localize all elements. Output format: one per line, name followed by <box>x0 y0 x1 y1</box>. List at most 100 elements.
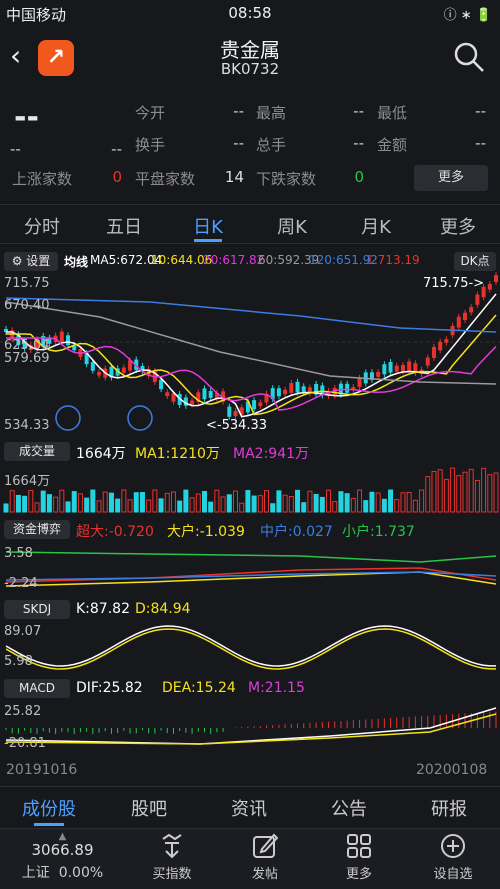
candle <box>388 361 393 373</box>
tab-constituents[interactable]: 成份股 <box>14 795 84 821</box>
macd-dea: DEA:15.24 <box>162 680 236 696</box>
skdj-k-line <box>5 625 497 667</box>
candle <box>59 331 64 343</box>
volume-bar <box>220 496 226 513</box>
candle <box>444 339 449 343</box>
amount-value: -- <box>475 134 486 152</box>
stock-code: BK0732 <box>220 60 280 78</box>
volume-ma1: MA1:1210万 <box>135 446 220 462</box>
macd-header: MACD DIF:25.82 DEA:15.24 M:21.15 <box>0 677 500 699</box>
volume-header: 成交量 1664万 MA1:1210万 MA2:941万 <box>0 440 500 462</box>
search-icon[interactable] <box>452 40 486 74</box>
tab-intraday[interactable]: 分时 <box>12 213 72 239</box>
more-button[interactable]: 更多 <box>414 165 488 191</box>
index-ticker[interactable]: ▲ 3066.89 上证 0.00% <box>0 829 125 889</box>
candle <box>382 364 387 375</box>
add-circle-icon <box>441 834 465 858</box>
macd-chart[interactable] <box>0 700 500 756</box>
buy-index-icon <box>162 833 182 859</box>
end-date: 20200108 <box>416 762 488 778</box>
candle <box>66 335 71 346</box>
fund-axis-top: 3.58 <box>4 546 33 561</box>
volume-bar <box>394 499 400 513</box>
macd-indicator-button[interactable]: MACD <box>4 679 70 698</box>
volume-bar <box>158 498 164 513</box>
volume-bar <box>15 494 21 513</box>
skdj-indicator-button[interactable]: SKDJ <box>4 600 70 619</box>
buy-index-button[interactable]: 买指数 <box>128 833 216 882</box>
more-tools-button[interactable]: 更多 <box>324 833 394 882</box>
price-change-pct: -- <box>111 140 122 158</box>
candle <box>233 410 238 417</box>
volume-bar <box>456 475 462 513</box>
start-date: 20191016 <box>6 762 78 778</box>
candle <box>159 379 164 390</box>
volume-bar <box>121 489 127 513</box>
candle <box>301 386 306 393</box>
ma-title: 均线 <box>64 255 89 269</box>
candle <box>295 381 300 393</box>
tab-daily-k[interactable]: 日K <box>178 213 238 239</box>
post-button[interactable]: 发帖 <box>230 833 300 882</box>
tab-news[interactable]: 资讯 <box>214 795 284 821</box>
volume-bar <box>474 479 480 513</box>
tab-monthly-k[interactable]: 月K <box>346 213 406 239</box>
volume-bar <box>170 491 176 513</box>
tab-five-day[interactable]: 五日 <box>94 213 154 239</box>
macd-dif: DIF:25.82 <box>76 680 143 696</box>
volume-bar <box>84 497 90 513</box>
candle <box>425 357 430 366</box>
tab-weekly-k[interactable]: 周K <box>262 213 322 239</box>
rise-count-label: 上涨家数 <box>12 170 73 188</box>
tab-research[interactable]: 研报 <box>414 795 484 821</box>
volume-ma2: MA2:941万 <box>233 446 310 462</box>
volume-bar <box>115 498 121 513</box>
fund-small-line <box>5 551 497 563</box>
settings-button[interactable]: ⚙ 设置 <box>4 252 58 271</box>
volume-chart[interactable] <box>0 462 500 514</box>
kline-chart[interactable] <box>0 272 500 436</box>
volume-value: -- <box>353 134 364 152</box>
volume-bar <box>164 492 170 513</box>
dk-point-button[interactable]: DK点 <box>454 252 496 271</box>
flat-count-label: 平盘家数 <box>135 170 196 188</box>
candle <box>462 312 467 320</box>
volume-bar <box>326 489 332 513</box>
volume-bar <box>239 502 245 513</box>
settings-label: 设置 <box>26 254 51 268</box>
volume-bar <box>40 490 46 513</box>
fund-indicator-button[interactable]: 资金博弈 <box>4 520 70 539</box>
fund-chart[interactable] <box>0 542 500 592</box>
buy-index-label: 买指数 <box>152 867 192 882</box>
tab-announcements[interactable]: 公告 <box>314 795 384 821</box>
volume-bar <box>59 489 65 513</box>
post-label: 发帖 <box>251 867 278 882</box>
skdj-chart[interactable] <box>0 620 500 672</box>
candle <box>90 362 95 371</box>
volume-bar <box>462 471 468 513</box>
tab-more[interactable]: 更多 <box>428 213 488 239</box>
volume-bar <box>195 493 201 513</box>
volume-bar <box>406 491 412 513</box>
tab-forum[interactable]: 股吧 <box>114 795 184 821</box>
turnover-value: -- <box>233 134 244 152</box>
volume-bar <box>34 502 40 513</box>
volume-bar <box>96 500 102 513</box>
volume-bar <box>3 503 9 513</box>
volume-bar <box>338 491 344 513</box>
volume-bar <box>375 492 381 513</box>
volume-bar <box>46 494 52 513</box>
volume-bar <box>363 500 369 513</box>
volume-bar <box>102 491 108 513</box>
candle <box>487 284 492 290</box>
candle <box>289 383 294 393</box>
add-watchlist-button[interactable]: 设自选 <box>418 833 488 882</box>
index-pct: 0.00% <box>58 865 104 881</box>
flat-count: 14 <box>224 168 244 186</box>
zoom-in-icon <box>127 405 153 431</box>
candle <box>456 316 461 328</box>
volume-indicator-button[interactable]: 成交量 <box>4 442 70 461</box>
zoom-out-icon <box>55 405 81 431</box>
fall-count: 0 <box>354 168 364 186</box>
skdj-d: D:84.94 <box>135 601 191 617</box>
